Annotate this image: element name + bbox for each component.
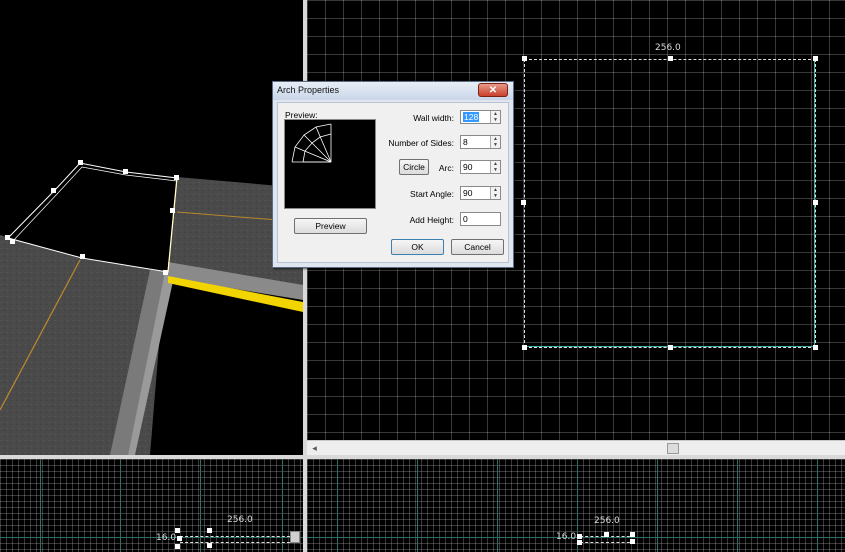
resize-handle[interactable] [522, 345, 527, 350]
resize-handle[interactable] [813, 200, 818, 205]
resize-handle[interactable] [630, 539, 635, 544]
add-height-label: Add Height: [409, 215, 454, 225]
resize-handle[interactable] [207, 543, 212, 548]
camera-viewport[interactable] [0, 0, 303, 455]
resize-handle[interactable] [668, 56, 673, 61]
start-angle-label: Start Angle: [410, 189, 454, 199]
add-height-value[interactable]: 0 [463, 214, 468, 224]
dimension-label: 256.0 [655, 43, 681, 53]
number-of-sides-label: Number of Sides: [388, 138, 454, 148]
circle-button[interactable]: Circle [399, 159, 429, 175]
viewport-splitter-horizontal[interactable] [0, 455, 845, 459]
resize-handle[interactable] [813, 345, 818, 350]
preview-button[interactable]: Preview [294, 218, 367, 234]
scroll-thumb[interactable] [290, 531, 300, 543]
wall-width-value[interactable]: 128 [463, 112, 480, 122]
brush-selection-box[interactable] [580, 536, 635, 543]
front-viewport[interactable]: 256.0 16.0 [0, 459, 303, 552]
wall-width-stepper[interactable]: 128 ▲ ▼ [460, 110, 501, 124]
add-height-field[interactable]: 0 [460, 212, 501, 226]
resize-handle[interactable] [577, 540, 582, 545]
side-viewport[interactable]: 256.0 16.0 [307, 459, 845, 552]
resize-handle[interactable] [522, 56, 527, 61]
resize-handle[interactable] [177, 536, 182, 541]
resize-handle[interactable] [175, 528, 180, 533]
wall-width-label: Wall width: [413, 113, 454, 123]
chevron-down-icon[interactable]: ▼ [490, 117, 500, 123]
dialog-titlebar[interactable]: Arch Properties ✕ [273, 82, 513, 100]
start-angle-value[interactable]: 90 [463, 188, 472, 198]
brush-selection-box[interactable] [180, 536, 295, 543]
close-icon[interactable]: ✕ [478, 83, 508, 97]
ok-button[interactable]: OK [391, 239, 444, 255]
number-of-sides-stepper[interactable]: 8 ▲ ▼ [460, 135, 501, 149]
resize-handle[interactable] [668, 345, 673, 350]
horizontal-scrollbar[interactable]: ◂ [307, 440, 845, 455]
dimension-label: 16.0 [156, 533, 177, 543]
arc-value[interactable]: 90 [463, 162, 472, 172]
scroll-left-arrow[interactable]: ◂ [307, 441, 322, 455]
resize-handle[interactable] [813, 56, 818, 61]
resize-handle[interactable] [604, 532, 609, 537]
dimension-label: 256.0 [594, 516, 620, 526]
arc-stepper[interactable]: 90 ▲ ▼ [460, 160, 501, 174]
dimension-label: 256.0 [227, 515, 253, 525]
resize-handle[interactable] [521, 200, 526, 205]
arch-preview [284, 119, 376, 209]
3d-scene [0, 160, 303, 455]
arc-label: Arc: [438, 163, 454, 173]
start-angle-stepper[interactable]: 90 ▲ ▼ [460, 186, 501, 200]
dialog-title: Arch Properties [277, 85, 340, 95]
resize-handle[interactable] [630, 532, 635, 537]
dimension-label: 16.0 [556, 532, 577, 542]
chevron-down-icon[interactable]: ▼ [490, 167, 500, 173]
number-of-sides-value[interactable]: 8 [463, 137, 468, 147]
chevron-down-icon[interactable]: ▼ [490, 142, 500, 148]
arch-properties-dialog: Arch Properties ✕ Preview: Preview Wall … [272, 81, 514, 268]
resize-handle[interactable] [175, 544, 180, 549]
resize-handle[interactable] [577, 534, 582, 539]
scroll-thumb[interactable] [667, 443, 679, 454]
brush-selection-box[interactable] [524, 59, 817, 349]
arch-preview-drawing [291, 123, 332, 163]
chevron-down-icon[interactable]: ▼ [490, 193, 500, 199]
cancel-button[interactable]: Cancel [451, 239, 504, 255]
resize-handle[interactable] [207, 528, 212, 533]
